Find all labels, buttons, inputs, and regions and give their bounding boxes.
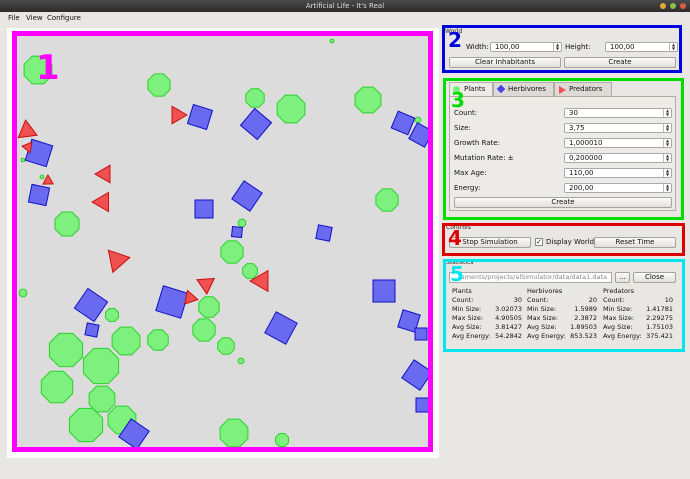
maximize-button[interactable]	[670, 3, 676, 9]
highlight-box-2	[442, 25, 682, 73]
highlight-box-5	[443, 259, 685, 352]
annotation-number-2: 2	[448, 28, 462, 52]
menu-view[interactable]: View	[26, 13, 43, 23]
app-window: Artificial Life - It's Real File View Co…	[0, 0, 690, 479]
annotation-number-1: 1	[36, 48, 60, 88]
menu-configure[interactable]: Configure	[47, 13, 81, 23]
title-bar: Artificial Life - It's Real	[0, 0, 690, 12]
highlight-box-4	[442, 223, 685, 256]
highlight-box-3	[443, 78, 684, 220]
annotation-number-5: 5	[450, 262, 464, 286]
minimize-button[interactable]	[660, 3, 666, 9]
menu-bar: File View Configure	[0, 12, 690, 24]
annotation-number-4: 4	[448, 226, 462, 250]
close-button[interactable]	[680, 3, 686, 9]
menu-file[interactable]: File	[8, 13, 20, 23]
highlight-box-1	[12, 31, 433, 452]
annotation-number-3: 3	[451, 88, 465, 112]
window-title: Artificial Life - It's Real	[305, 2, 385, 10]
